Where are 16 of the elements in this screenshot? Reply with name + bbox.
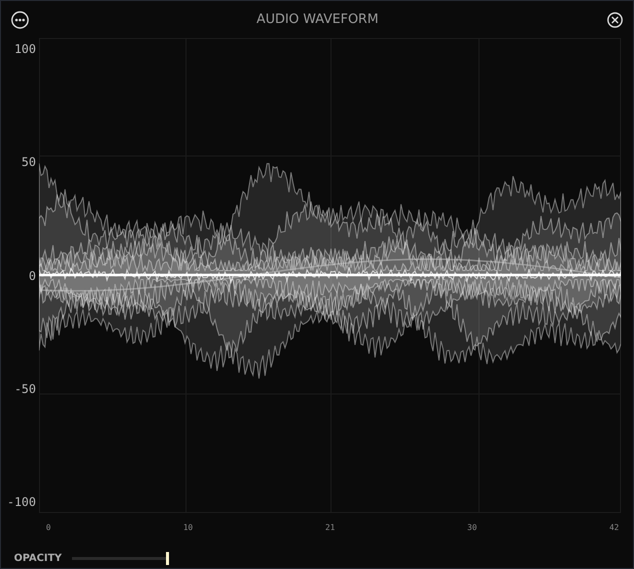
x-axis-label: 10 (183, 523, 193, 532)
y-axis-label: -50 (14, 382, 36, 396)
window-title: AUDIO WAVEFORM (256, 12, 378, 27)
y-axis-label: -100 (7, 495, 36, 509)
y-axis-label: 0 (28, 268, 36, 282)
x-axis-label: 42 (609, 523, 619, 532)
x-axis-label: 0 (46, 523, 51, 532)
opacity-slider[interactable] (72, 552, 169, 565)
slider-thumb[interactable] (166, 552, 169, 565)
close-icon[interactable] (606, 10, 624, 28)
y-axis-label: 50 (22, 155, 36, 170)
y-axis-label: 100 (14, 42, 36, 56)
more-icon[interactable] (11, 10, 29, 28)
opacity-label: OPACITY (14, 553, 62, 564)
x-axis-label: 30 (467, 523, 477, 532)
x-axis-label: 21 (325, 523, 335, 532)
